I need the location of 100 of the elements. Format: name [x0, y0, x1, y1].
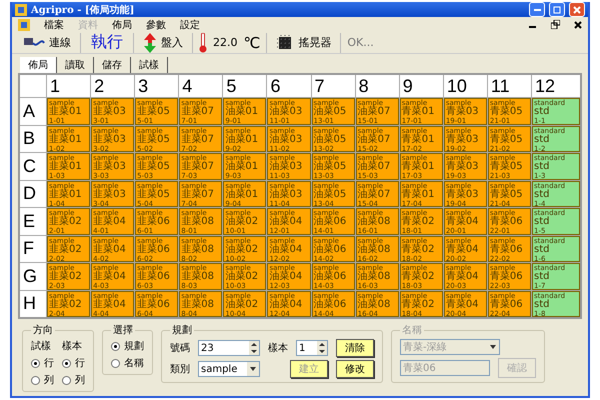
well-label: 油菜06	[314, 217, 348, 227]
column-header: 4	[179, 75, 222, 97]
well-label: 韭菜03	[93, 162, 127, 172]
category-dropdown[interactable]: sample	[198, 361, 260, 377]
spinner-icon[interactable]	[249, 341, 259, 355]
well-label: 韭菜07	[181, 162, 215, 172]
well-label: 韭菜05	[137, 162, 171, 172]
well-label: 韭菜04	[93, 300, 127, 310]
temperature-value: 22.0	[213, 36, 238, 49]
well-label: 油菜03	[269, 107, 304, 117]
close-button[interactable]	[569, 2, 585, 17]
well-label: 油菜07	[358, 134, 392, 144]
well-label: 青菜05	[490, 162, 524, 172]
well-label: 青菜03	[446, 134, 480, 144]
well-label: 青菜02	[402, 217, 436, 227]
number-field[interactable]: 23	[198, 340, 260, 356]
well-label: std	[534, 217, 550, 227]
maximize-icon	[553, 6, 561, 14]
radio-button[interactable]: 行	[31, 356, 54, 370]
well-label: 青菜01	[402, 162, 436, 172]
app-icon[interactable]	[18, 18, 30, 30]
load-button[interactable]: 盤入	[140, 32, 186, 52]
field-label: 類別	[170, 362, 190, 376]
well-label: std	[534, 190, 550, 200]
minimize-icon	[534, 8, 540, 10]
well-label: 油菜04	[269, 300, 304, 310]
well-label: 油菜07	[358, 162, 392, 172]
clear-button[interactable]: 清除	[336, 339, 374, 357]
status-text: OK...	[347, 36, 374, 49]
well-label: 油菜05	[314, 162, 348, 172]
well-label: 油菜05	[314, 190, 348, 200]
radio-button[interactable]: 行	[62, 356, 85, 370]
menu-item[interactable]: 檔案	[44, 18, 64, 32]
group-label: 樣本	[62, 340, 83, 353]
well-label: 青菜03	[446, 162, 480, 172]
column-header: 5	[223, 75, 266, 97]
well-label: 油菜04	[269, 272, 304, 282]
well-label: std	[534, 107, 550, 117]
well-label: 韭菜01	[49, 162, 83, 172]
row-header: D	[20, 180, 46, 207]
radio-button[interactable]: 列	[31, 373, 54, 387]
well-label: 青菜05	[490, 190, 524, 200]
minimize-button[interactable]	[529, 2, 545, 17]
maximize-button[interactable]	[549, 2, 565, 17]
well-label: 油菜07	[358, 190, 392, 200]
well-label: 油菜02	[225, 272, 260, 282]
connect-button[interactable]: 連線	[20, 34, 74, 50]
sample-field[interactable]: 1	[296, 340, 328, 356]
window-title: Agripro - [佈局功能]	[31, 4, 136, 16]
menu-item[interactable]: 參數	[146, 18, 166, 32]
temperature-unit: ℃	[244, 34, 260, 52]
well-label: 油菜02	[225, 300, 260, 310]
radio-button[interactable]: 列	[62, 373, 85, 387]
well-label: 油菜02	[225, 217, 260, 227]
well-label: 油菜07	[358, 107, 392, 117]
shaker-button[interactable]: 搖晃器	[273, 34, 334, 52]
well-label: 油菜05	[314, 134, 348, 144]
well-label: 韭菜03	[93, 134, 127, 144]
group-label: 試樣	[31, 340, 52, 353]
well-label: 韭菜05	[137, 107, 171, 117]
well-label: 青菜06	[490, 272, 524, 282]
well-label: 韭菜06	[137, 244, 171, 254]
well-label: 韭菜03	[93, 107, 127, 117]
well-label: 韭菜01	[49, 134, 83, 144]
column-header: 11	[488, 75, 531, 97]
well-label: 青菜06	[490, 300, 524, 310]
well-label: 青菜02	[402, 300, 436, 310]
run-button[interactable]: 執行	[87, 32, 127, 53]
well-label: 韭菜01	[49, 107, 83, 117]
close-icon[interactable]	[574, 20, 582, 28]
radio-button[interactable]: 規劃	[111, 339, 144, 353]
radio-button[interactable]: 名稱	[111, 356, 144, 370]
action-button[interactable]: 修改	[336, 360, 374, 378]
well-label: std	[534, 272, 550, 282]
group-title: 名稱	[401, 324, 423, 337]
tab[interactable]: 佈局	[20, 57, 57, 73]
well-label: 油菜03	[269, 162, 304, 172]
column-header: 6	[267, 75, 311, 97]
field-label: 號碼	[170, 342, 190, 355]
well-label: 韭菜02	[49, 244, 83, 254]
well-label: 油菜08	[358, 272, 392, 282]
menu-item[interactable]: 佈局	[112, 18, 132, 32]
row-header: C	[20, 153, 46, 180]
well-label: 韭菜05	[137, 190, 171, 200]
well-label: 油菜06	[314, 272, 348, 282]
well-label: 油菜01	[225, 190, 260, 200]
restore-icon[interactable]	[551, 20, 560, 29]
well-label: 青菜03	[446, 107, 480, 117]
well-label: 韭菜02	[49, 217, 83, 227]
close-icon	[573, 6, 581, 14]
well-label: 韭菜06	[137, 300, 171, 310]
column-header: 12	[532, 75, 580, 97]
well-label: 青菜06	[490, 217, 524, 227]
spinner-icon[interactable]	[317, 341, 327, 355]
column-header: 10	[444, 75, 487, 97]
well-label: 韭菜02	[49, 300, 83, 310]
menu-item[interactable]: 設定	[180, 18, 200, 32]
row-header: B	[20, 126, 46, 152]
well-label: 青菜04	[446, 244, 480, 254]
well-label: 韭菜08	[181, 217, 215, 227]
